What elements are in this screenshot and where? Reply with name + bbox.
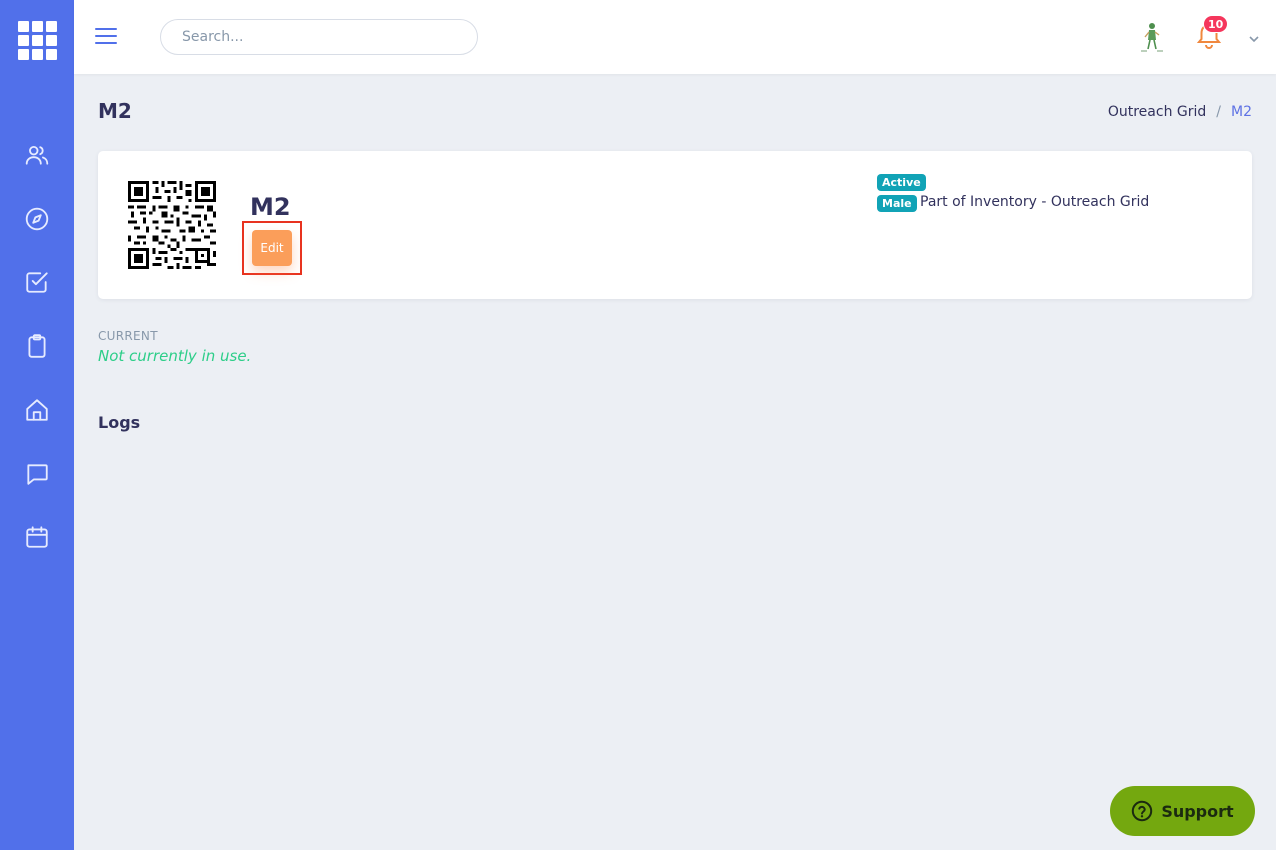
- inventory-text: Part of Inventory - Outreach Grid: [920, 194, 1150, 210]
- current-label: CURRENT: [98, 329, 158, 343]
- calendar-icon: [26, 526, 48, 548]
- home-icon: [26, 399, 48, 421]
- sidebar: [0, 0, 74, 850]
- breadcrumb-parent-link[interactable]: Outreach Grid: [1108, 104, 1206, 120]
- search-input[interactable]: [160, 19, 478, 55]
- logs-heading: Logs: [98, 413, 141, 432]
- sidebar-item-calendar[interactable]: [23, 523, 51, 551]
- notification-count-badge: 10: [1203, 15, 1229, 33]
- item-name: M2: [250, 193, 291, 221]
- chat-icon: [27, 464, 48, 485]
- breadcrumb-separator: /: [1216, 104, 1221, 120]
- status-badge: Active: [877, 174, 926, 191]
- sidebar-item-clipboard[interactable]: [23, 332, 51, 360]
- edit-button[interactable]: Edit: [252, 230, 292, 266]
- qr-code: [128, 181, 216, 269]
- top-bar: 10: [74, 0, 1276, 74]
- item-card: M2 Edit Active Male Part of Inventory - …: [98, 151, 1252, 299]
- users-icon: [25, 145, 49, 165]
- breadcrumb: Outreach Grid / M2: [1108, 104, 1252, 120]
- gender-badge: Male: [877, 195, 917, 212]
- support-button[interactable]: Support: [1110, 786, 1255, 836]
- sidebar-item-home[interactable]: [23, 396, 51, 424]
- user-menu-dropdown[interactable]: [1248, 30, 1262, 44]
- apps-grid-icon[interactable]: [18, 21, 57, 60]
- page-title: M2: [98, 99, 132, 123]
- compass-icon: [25, 207, 49, 231]
- chevron-down-icon: [1249, 36, 1259, 43]
- clipboard-icon: [28, 334, 46, 358]
- breadcrumb-current: M2: [1231, 104, 1252, 120]
- avatar[interactable]: [1138, 20, 1166, 54]
- help-circle-icon: [1132, 800, 1153, 822]
- sidebar-item-tasks[interactable]: [23, 268, 51, 296]
- menu-toggle-button[interactable]: [95, 28, 117, 46]
- sidebar-item-explore[interactable]: [23, 205, 51, 233]
- checkbox-icon: [26, 272, 48, 293]
- sidebar-item-users[interactable]: [23, 141, 51, 169]
- sidebar-item-messages[interactable]: [23, 460, 51, 488]
- current-value: Not currently in use.: [98, 347, 252, 365]
- support-label: Support: [1161, 801, 1234, 821]
